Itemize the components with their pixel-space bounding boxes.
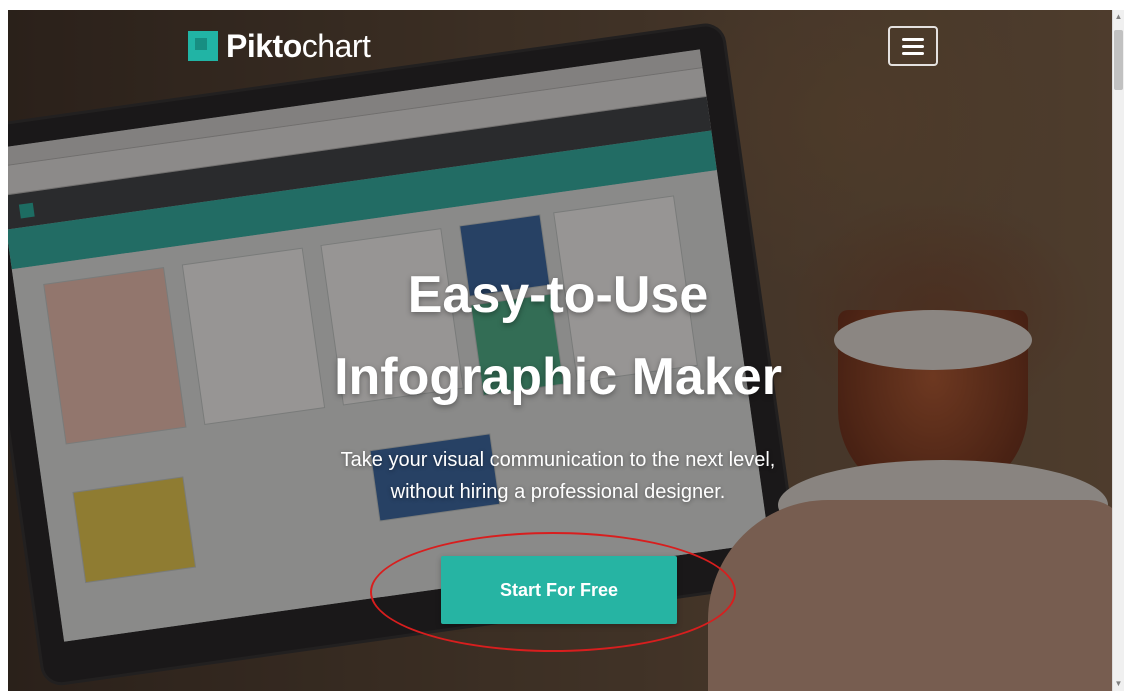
hamburger-menu-icon [902,37,924,41]
piktochart-logo[interactable]: Pikto chart [188,27,371,64]
logo-text-bold: Pikto [226,27,302,64]
hamburger-menu-button[interactable] [888,26,938,66]
scroll-down-arrow-icon[interactable]: ▼ [1113,677,1124,691]
hero-headline: Easy-to-Use Infographic Maker [208,254,908,418]
hero-subtext: Take your visual communication to the ne… [208,444,908,508]
window-frame-top [0,0,1124,10]
hamburger-menu-icon [902,44,924,48]
hero-headline-line2: Infographic Maker [334,348,782,406]
piktochart-logo-icon [188,31,218,61]
logo-text-light: chart [301,27,371,64]
hero-subtext-line1: Take your visual communication to the ne… [340,449,776,471]
hamburger-menu-icon [902,51,924,55]
window-frame-left [0,0,8,691]
start-for-free-button[interactable]: Start For Free [441,556,677,624]
hero-section: Pikto chart Easy-to-Use Infographic Maker… [8,10,1112,691]
hero-subtext-line2: without hiring a professional designer. [390,481,726,503]
scrollbar-thumb[interactable] [1114,30,1123,90]
scroll-up-arrow-icon[interactable]: ▲ [1113,10,1124,24]
vertical-scrollbar[interactable]: ▲ ▼ [1112,10,1124,691]
hero-headline-line1: Easy-to-Use [407,266,709,324]
